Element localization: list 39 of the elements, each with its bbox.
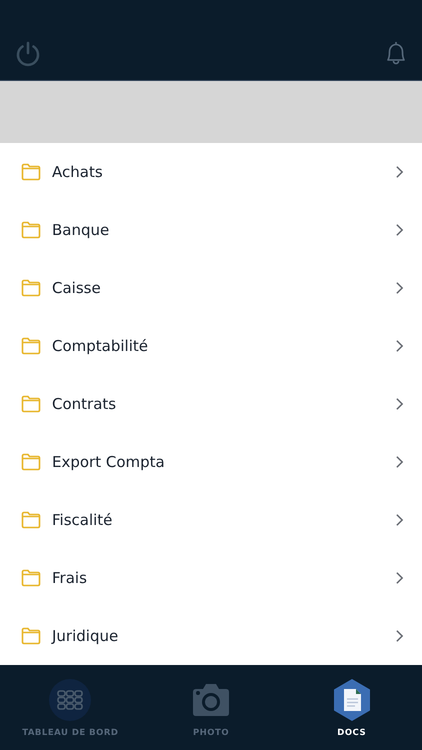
- folder-name: Achats: [52, 162, 104, 181]
- folder-row[interactable]: Comptabilité: [0, 316, 422, 375]
- chevron-icon: [395, 338, 404, 353]
- folder-name: Frais: [52, 568, 88, 587]
- grid-icon: [48, 678, 92, 722]
- chevron-icon: [395, 280, 404, 295]
- folder-row[interactable]: Caisse: [0, 258, 422, 317]
- chevron-icon: [395, 454, 404, 469]
- chevron-icon: [395, 222, 404, 237]
- tab[interactable]: DOCS: [281, 664, 422, 750]
- folder-row[interactable]: Contrats: [0, 374, 422, 433]
- chevron-icon: [395, 164, 404, 179]
- folder-name: Comptabilité: [52, 336, 149, 355]
- power-icon[interactable]: [14, 40, 42, 68]
- folder-row[interactable]: Achats: [0, 142, 422, 201]
- folder-name: Export Compta: [52, 452, 166, 471]
- chevron-icon: [395, 512, 404, 527]
- folder-name: Juridique: [52, 626, 120, 645]
- folder-row[interactable]: Frais: [0, 548, 422, 607]
- folder-icon: [21, 568, 41, 587]
- folder-icon: [21, 394, 41, 413]
- folder-icon: [21, 336, 41, 355]
- folder-row[interactable]: Fiscalité: [0, 490, 422, 549]
- folder-row[interactable]: Banque: [0, 200, 422, 259]
- folder-icon: [21, 278, 41, 297]
- folder-name: Caisse: [52, 278, 102, 297]
- folder-icon: [21, 220, 41, 239]
- folder-row[interactable]: Juridique: [0, 606, 422, 665]
- chevron-icon: [395, 628, 404, 643]
- chevron-icon: [395, 570, 404, 585]
- folder-name: Fiscalité: [52, 510, 114, 529]
- folder-icon: [21, 162, 41, 181]
- folder-icon: [21, 626, 41, 645]
- folder-icon: [21, 452, 41, 471]
- folder-icon: [21, 510, 41, 529]
- folder-row[interactable]: Export Compta: [0, 432, 422, 491]
- folder-name: Banque: [52, 220, 110, 239]
- chevron-icon: [395, 396, 404, 411]
- folder-name: Contrats: [52, 394, 118, 413]
